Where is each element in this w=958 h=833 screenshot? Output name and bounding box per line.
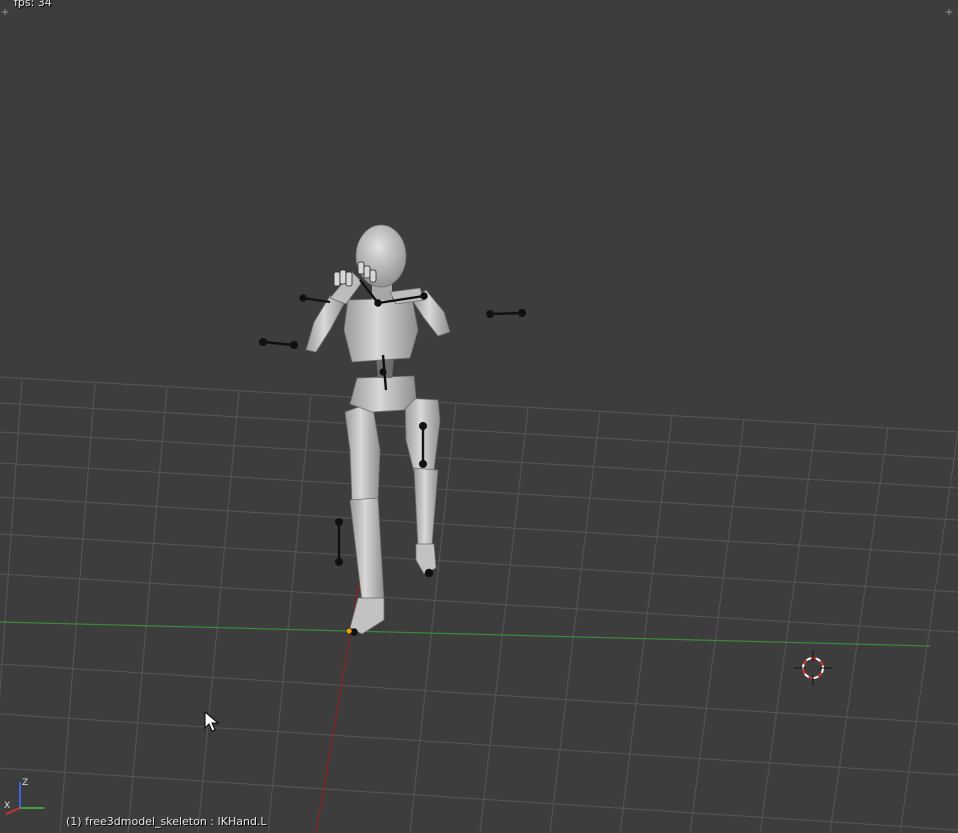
crosshair-3d-cursor-icon xyxy=(794,650,832,686)
bone-ik-arm-right-outer[interactable] xyxy=(262,340,295,347)
3d-viewport[interactable]: fps: 34 (1) free3dmodel_skeleton : IKHan… xyxy=(0,0,958,833)
fps-counter: fps: 34 xyxy=(14,0,52,9)
left-foot xyxy=(415,543,437,575)
arrow-pointer-icon xyxy=(204,711,220,732)
floor-grid xyxy=(0,376,958,833)
gizmo-label-z: Z xyxy=(22,778,28,788)
y-axis-line xyxy=(0,621,931,647)
plus-icon[interactable]: + xyxy=(944,8,954,18)
bone-ik-arm-left-outer[interactable] xyxy=(489,311,523,316)
pelvis xyxy=(349,375,417,413)
head xyxy=(355,224,407,288)
bone-ik-arm-right-inner[interactable] xyxy=(302,296,331,304)
active-object-info: (1) free3dmodel_skeleton : IKHand.L xyxy=(66,815,267,828)
plus-icon[interactable]: + xyxy=(0,8,10,18)
gizmo-label-x: X xyxy=(4,801,10,811)
selected-bone-joint[interactable] xyxy=(345,627,353,635)
axis-orientation-icon: Z X xyxy=(4,778,44,815)
viewport-scene[interactable] xyxy=(0,0,958,833)
right-thigh xyxy=(344,401,381,503)
left-shin xyxy=(413,467,439,549)
right-upper-arm xyxy=(305,295,347,353)
right-shin xyxy=(349,497,385,603)
bone-foot-left-joint[interactable] xyxy=(424,568,434,578)
chest xyxy=(343,297,419,363)
right-hand xyxy=(333,269,353,287)
